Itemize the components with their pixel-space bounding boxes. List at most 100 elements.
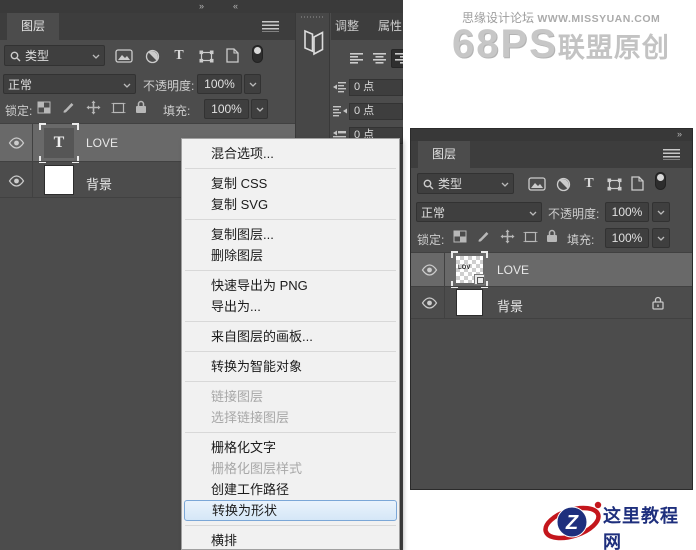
background-layer-thumbnail[interactable] bbox=[44, 165, 74, 195]
lock-label: 锁定: bbox=[5, 104, 33, 118]
filter-shape-layers-icon[interactable] bbox=[604, 175, 624, 193]
menu-item-artboard-from-layers[interactable]: 来自图层的画板... bbox=[182, 326, 399, 347]
menu-item-rasterize-type[interactable]: 栅格化文字 bbox=[182, 437, 399, 458]
layer-row-background[interactable]: 背景 bbox=[411, 286, 692, 319]
filter-smart-object-icon[interactable] bbox=[224, 46, 240, 65]
opacity-dropdown-button[interactable] bbox=[244, 74, 261, 94]
menu-item-convert-to-shape[interactable]: 转换为形状 bbox=[184, 500, 397, 521]
fill-value[interactable]: 100% bbox=[605, 228, 649, 248]
visibility-eye-icon[interactable] bbox=[7, 137, 25, 149]
lock-all-icon[interactable] bbox=[134, 99, 147, 114]
lock-artboard-icon[interactable] bbox=[522, 229, 539, 244]
layer-name: 背景 bbox=[86, 177, 113, 192]
shape-layer-thumbnail[interactable]: LOV bbox=[451, 251, 488, 288]
filter-type-layers-icon[interactable]: T bbox=[170, 46, 188, 66]
filter-shape-layers-icon[interactable] bbox=[196, 47, 216, 65]
collapse-panel-icon[interactable]: » bbox=[677, 129, 682, 140]
watermark-logo-suffix: 联盟原创 bbox=[557, 33, 670, 63]
chevron-down-icon bbox=[123, 83, 131, 88]
blend-mode-select[interactable]: 正常 bbox=[3, 74, 136, 94]
tab-layers[interactable]: 图层 bbox=[7, 13, 59, 40]
filter-pixel-layers-icon[interactable] bbox=[527, 175, 547, 193]
menu-item-rasterize-layer-style: 栅格化图层样式 bbox=[211, 461, 303, 476]
thumbnail-love-text: LOV bbox=[458, 265, 471, 271]
filter-pixel-layers-icon[interactable] bbox=[114, 47, 134, 65]
menu-separator bbox=[185, 351, 396, 352]
lock-position-move-icon[interactable] bbox=[85, 99, 101, 115]
fill-value[interactable]: 100% bbox=[204, 99, 249, 119]
svg-text:Z: Z bbox=[565, 512, 579, 534]
visibility-eye-icon[interactable] bbox=[420, 264, 438, 276]
menu-item-convert-to-smart-object[interactable]: 转换为智能对象 bbox=[182, 356, 399, 377]
text-layer-thumbnail[interactable]: T bbox=[39, 123, 79, 163]
menu-item-delete-layer[interactable]: 删除图层 bbox=[182, 245, 399, 266]
collapse-panels-icon[interactable]: » bbox=[199, 0, 204, 12]
filter-adjustment-layers-icon[interactable] bbox=[143, 47, 161, 65]
menu-separator bbox=[185, 270, 396, 271]
watermark-bottom-logo: Z 这里教程网 herecours.com bbox=[543, 496, 695, 550]
background-lock-icon[interactable] bbox=[651, 295, 664, 310]
menu-item-quick-export-png[interactable]: 快速导出为 PNG bbox=[182, 275, 399, 296]
search-icon bbox=[423, 179, 434, 190]
menu-item-select-linked-layers: 选择链接图层 bbox=[211, 410, 290, 425]
lock-pixels-brush-icon[interactable] bbox=[476, 229, 491, 244]
filter-adjustment-layers-icon[interactable] bbox=[554, 175, 572, 193]
menu-item-horizontal[interactable]: 横排 bbox=[182, 530, 399, 549]
background-layer-thumbnail[interactable] bbox=[456, 289, 483, 316]
menu-separator bbox=[185, 381, 396, 382]
right-panel-tabbar: 图层 bbox=[411, 141, 692, 168]
lock-transparency-icon[interactable] bbox=[452, 229, 468, 244]
tab-adjustments[interactable]: 调整 bbox=[335, 13, 359, 40]
right-layers-panel: » 图层 类型 T 正常 不透明度: 100% 锁定: 填充: 100% LOV… bbox=[410, 128, 693, 490]
opacity-value[interactable]: 100% bbox=[605, 202, 649, 222]
lock-artboard-icon[interactable] bbox=[110, 100, 127, 115]
align-center-button[interactable] bbox=[369, 49, 390, 68]
expand-panels-icon[interactable]: « bbox=[233, 0, 238, 12]
visibility-eye-icon[interactable] bbox=[420, 297, 438, 309]
menu-item-create-work-path[interactable]: 创建工作路径 bbox=[182, 479, 399, 500]
indent-right-field[interactable]: 0 点 bbox=[349, 103, 403, 120]
lock-label: 锁定: bbox=[417, 233, 445, 247]
layer-filter-select[interactable]: 类型 bbox=[4, 45, 105, 66]
menu-item-blending-options[interactable]: 混合选项... bbox=[182, 143, 399, 164]
layer-filter-select[interactable]: 类型 bbox=[417, 173, 514, 194]
z-logo-icon: Z bbox=[543, 501, 602, 541]
tab-properties[interactable]: 属性 bbox=[378, 13, 402, 40]
indent-left-field[interactable]: 0 点 bbox=[349, 79, 403, 96]
tab-layers[interactable]: 图层 bbox=[418, 141, 470, 168]
lock-all-icon[interactable] bbox=[545, 228, 558, 243]
lock-transparency-icon[interactable] bbox=[36, 100, 52, 115]
lock-position-move-icon[interactable] bbox=[499, 228, 515, 244]
fill-dropdown-button[interactable] bbox=[251, 99, 268, 119]
paragraph-panel-icon[interactable] bbox=[301, 25, 326, 59]
filter-toggle-icon[interactable] bbox=[250, 44, 264, 64]
align-right-button[interactable] bbox=[391, 49, 403, 68]
visibility-eye-icon[interactable] bbox=[7, 175, 25, 187]
menu-item-copy-css[interactable]: 复制 CSS bbox=[182, 173, 399, 194]
menu-item-duplicate-layer[interactable]: 复制图层... bbox=[182, 224, 399, 245]
fill-dropdown-button[interactable] bbox=[652, 228, 670, 248]
blend-mode-select[interactable]: 正常 bbox=[416, 202, 542, 222]
menu-item-export-as[interactable]: 导出为... bbox=[182, 296, 399, 317]
menu-item-copy-svg[interactable]: 复制 SVG bbox=[182, 194, 399, 215]
chevron-down-icon bbox=[529, 211, 537, 216]
opacity-value[interactable]: 100% bbox=[197, 74, 242, 94]
screenshot-root: » « 图层 类型 T 正常 不透明度: 100% 锁定: 填充: 100% T… bbox=[0, 0, 696, 550]
opacity-label: 不透明度: bbox=[143, 79, 195, 93]
panel-menu-icon[interactable] bbox=[262, 21, 279, 32]
search-icon bbox=[10, 51, 21, 62]
align-left-button[interactable] bbox=[346, 49, 367, 68]
panel-menu-icon[interactable] bbox=[663, 149, 680, 160]
opacity-dropdown-button[interactable] bbox=[652, 202, 670, 222]
filter-toggle-icon[interactable] bbox=[653, 171, 667, 191]
layer-row-love[interactable]: LOV LOVE bbox=[411, 251, 692, 288]
menu-item-link-layers: 链接图层 bbox=[211, 389, 264, 404]
filter-smart-object-icon[interactable] bbox=[629, 174, 645, 193]
menu-separator bbox=[185, 432, 396, 433]
indent-right-icon bbox=[333, 105, 347, 123]
fill-label: 填充: bbox=[163, 104, 191, 118]
lock-pixels-brush-icon[interactable] bbox=[61, 100, 76, 115]
watermark-logo: 68PS联盟原创 bbox=[452, 22, 670, 67]
filter-type-layers-icon[interactable]: T bbox=[580, 174, 598, 194]
opacity-label: 不透明度: bbox=[548, 207, 600, 221]
